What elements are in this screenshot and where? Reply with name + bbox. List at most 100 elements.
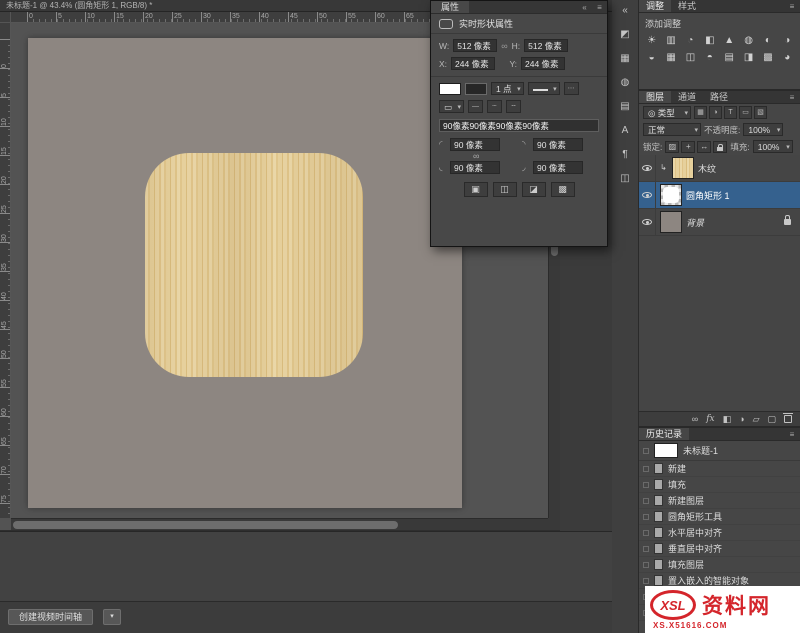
history-source-checkbox[interactable] <box>643 514 649 520</box>
blend-mode-combo[interactable]: 正常 <box>643 123 701 136</box>
snapshot-name[interactable]: 未标题-1 <box>683 444 718 457</box>
width-field[interactable]: 512 像素 <box>453 39 497 52</box>
expand-dock-icon[interactable]: « <box>616 3 634 19</box>
layer-row-background[interactable]: ↳ 背景 <box>639 209 800 236</box>
opacity-combo[interactable]: 100% <box>743 123 783 136</box>
selective-color-icon[interactable]: ◕ <box>778 49 797 66</box>
panel-menu-icon[interactable]: ≡ <box>784 91 800 103</box>
brightness-contrast-icon[interactable]: ☀ <box>642 32 661 49</box>
layer-name[interactable]: 圆角矩形 1 <box>686 189 798 202</box>
layer-row-wood[interactable]: ↳ 木纹 <box>639 155 800 182</box>
filter-shape-layers-icon[interactable]: ▭ <box>739 106 752 119</box>
stroke-preset-combo[interactable]: ▭ <box>439 100 464 113</box>
history-item[interactable]: 圆角矩形工具 <box>639 509 800 525</box>
lock-transparency-icon[interactable]: ▨ <box>665 141 679 153</box>
photo-filter-icon[interactable]: ◒ <box>642 49 661 66</box>
stroke-align-button[interactable]: — <box>468 100 483 113</box>
filter-smart-objects-icon[interactable]: ▧ <box>754 106 767 119</box>
stroke-color-swatch[interactable] <box>465 83 487 95</box>
history-source-checkbox[interactable] <box>643 530 649 536</box>
hue-saturation-icon[interactable]: ◍ <box>739 32 758 49</box>
tab-adjustments[interactable]: 调整 <box>639 0 671 12</box>
layer-thumbnail[interactable] <box>660 184 682 206</box>
tab-channels[interactable]: 通道 <box>671 91 703 103</box>
stroke-style-combo[interactable] <box>528 82 560 95</box>
horizontal-scrollbar-thumb[interactable] <box>13 521 398 529</box>
radius-summary-field[interactable]: 90像素90像素90像素90像素 <box>439 119 599 132</box>
tab-styles[interactable]: 样式 <box>671 0 703 12</box>
stroke-options-button[interactable]: ⋯ <box>564 82 579 95</box>
vertical-ruler[interactable]: 05101520253035404550556065707580 <box>0 23 11 518</box>
new-layer-icon[interactable]: ▢ <box>767 412 776 427</box>
channel-mixer-icon[interactable]: ▦ <box>661 49 680 66</box>
shape-intersect-button[interactable]: ◪ <box>522 182 546 197</box>
invert-icon[interactable]: ◓ <box>700 49 719 66</box>
layer-filter-kind-combo[interactable]: ◎ 类型 <box>643 106 691 119</box>
lock-all-icon[interactable] <box>713 141 727 153</box>
lock-pixels-icon[interactable]: + <box>681 141 695 153</box>
color-balance-icon[interactable]: ◐ <box>758 32 777 49</box>
swatches-panel-icon[interactable]: ▦ <box>616 51 634 67</box>
link-radii-icon[interactable]: ∞ <box>473 151 479 161</box>
history-item[interactable]: 垂直居中对齐 <box>639 541 800 557</box>
vibrance-icon[interactable]: ▲ <box>720 32 739 49</box>
history-source-checkbox[interactable] <box>643 562 649 568</box>
filter-type-layers-icon[interactable]: T <box>724 106 737 119</box>
timeline-panel-icon[interactable]: ◫ <box>616 171 634 187</box>
horizontal-scrollbar[interactable] <box>11 518 548 530</box>
history-source-checkbox[interactable] <box>643 498 649 504</box>
panel-menu-icon[interactable]: ≡ <box>784 428 800 440</box>
color-panel-icon[interactable]: ◩ <box>616 27 634 43</box>
history-source-checkbox[interactable] <box>643 466 649 472</box>
y-field[interactable]: 244 像素 <box>521 57 565 70</box>
visibility-toggle[interactable] <box>639 209 656 235</box>
history-source-checkbox[interactable] <box>643 482 649 488</box>
radius-field[interactable]: 90 像素 <box>450 161 500 174</box>
lock-position-icon[interactable]: ↔ <box>697 141 711 153</box>
fill-combo[interactable]: 100% <box>753 140 793 153</box>
brush-presets-panel-icon[interactable]: ◍ <box>616 75 634 91</box>
x-field[interactable]: 244 像素 <box>451 57 495 70</box>
stroke-cap-button[interactable]: ┄ <box>487 100 502 113</box>
layer-name[interactable]: 背景 <box>686 216 780 229</box>
levels-icon[interactable]: ▥ <box>661 32 680 49</box>
color-lookup-icon[interactable]: ◫ <box>681 49 700 66</box>
history-item[interactable]: 新建 <box>639 461 800 477</box>
link-layers-icon[interactable]: ∞ <box>692 412 698 427</box>
document-canvas[interactable] <box>28 38 462 508</box>
stroke-corner-button[interactable]: ╌ <box>506 100 521 113</box>
history-item[interactable]: 填充 <box>639 477 800 493</box>
visibility-toggle[interactable] <box>639 155 656 181</box>
panel-menu-icon[interactable]: ≡ <box>784 0 800 12</box>
fill-color-swatch[interactable] <box>439 83 461 95</box>
visibility-toggle[interactable] <box>639 182 656 208</box>
filter-adjustment-layers-icon[interactable]: ◑ <box>709 106 722 119</box>
posterize-icon[interactable]: ▤ <box>720 49 739 66</box>
history-item[interactable]: 新建图层 <box>639 493 800 509</box>
paragraph-panel-icon[interactable]: ¶ <box>616 147 634 163</box>
layer-style-icon[interactable]: fx <box>706 412 714 427</box>
shape-combine-button[interactable]: ▣ <box>464 182 488 197</box>
create-video-timeline-button[interactable]: 创建视频时间轴 <box>8 609 93 625</box>
info-panel-icon[interactable]: ▤ <box>616 99 634 115</box>
new-adjustment-layer-icon[interactable]: ◑ <box>739 412 744 427</box>
radius-field[interactable]: 90 像素 <box>533 161 583 174</box>
delete-layer-icon[interactable] <box>784 415 792 423</box>
radius-field[interactable]: 90 像素 <box>533 138 583 151</box>
radius-field[interactable]: 90 像素 <box>450 138 500 151</box>
layer-row-rounded-rect[interactable]: ↳ 圆角矩形 1 <box>639 182 800 209</box>
history-source-checkbox[interactable] <box>643 546 649 552</box>
threshold-icon[interactable]: ◨ <box>739 49 758 66</box>
tab-paths[interactable]: 路径 <box>703 91 735 103</box>
shape-exclude-button[interactable]: ▩ <box>551 182 575 197</box>
height-field[interactable]: 512 像素 <box>524 39 568 52</box>
new-group-icon[interactable]: ▱ <box>753 412 760 427</box>
history-snapshot-row[interactable]: 未标题-1 <box>639 441 800 461</box>
gradient-map-icon[interactable]: ▩ <box>758 49 777 66</box>
layer-thumbnail[interactable] <box>672 157 694 179</box>
filter-pixel-layers-icon[interactable]: ▦ <box>694 106 707 119</box>
history-item[interactable]: 填充图层 <box>639 557 800 573</box>
exposure-icon[interactable]: ◧ <box>700 32 719 49</box>
shape-subtract-button[interactable]: ◫ <box>493 182 517 197</box>
panel-menu-icon[interactable]: ≡ <box>592 1 607 13</box>
